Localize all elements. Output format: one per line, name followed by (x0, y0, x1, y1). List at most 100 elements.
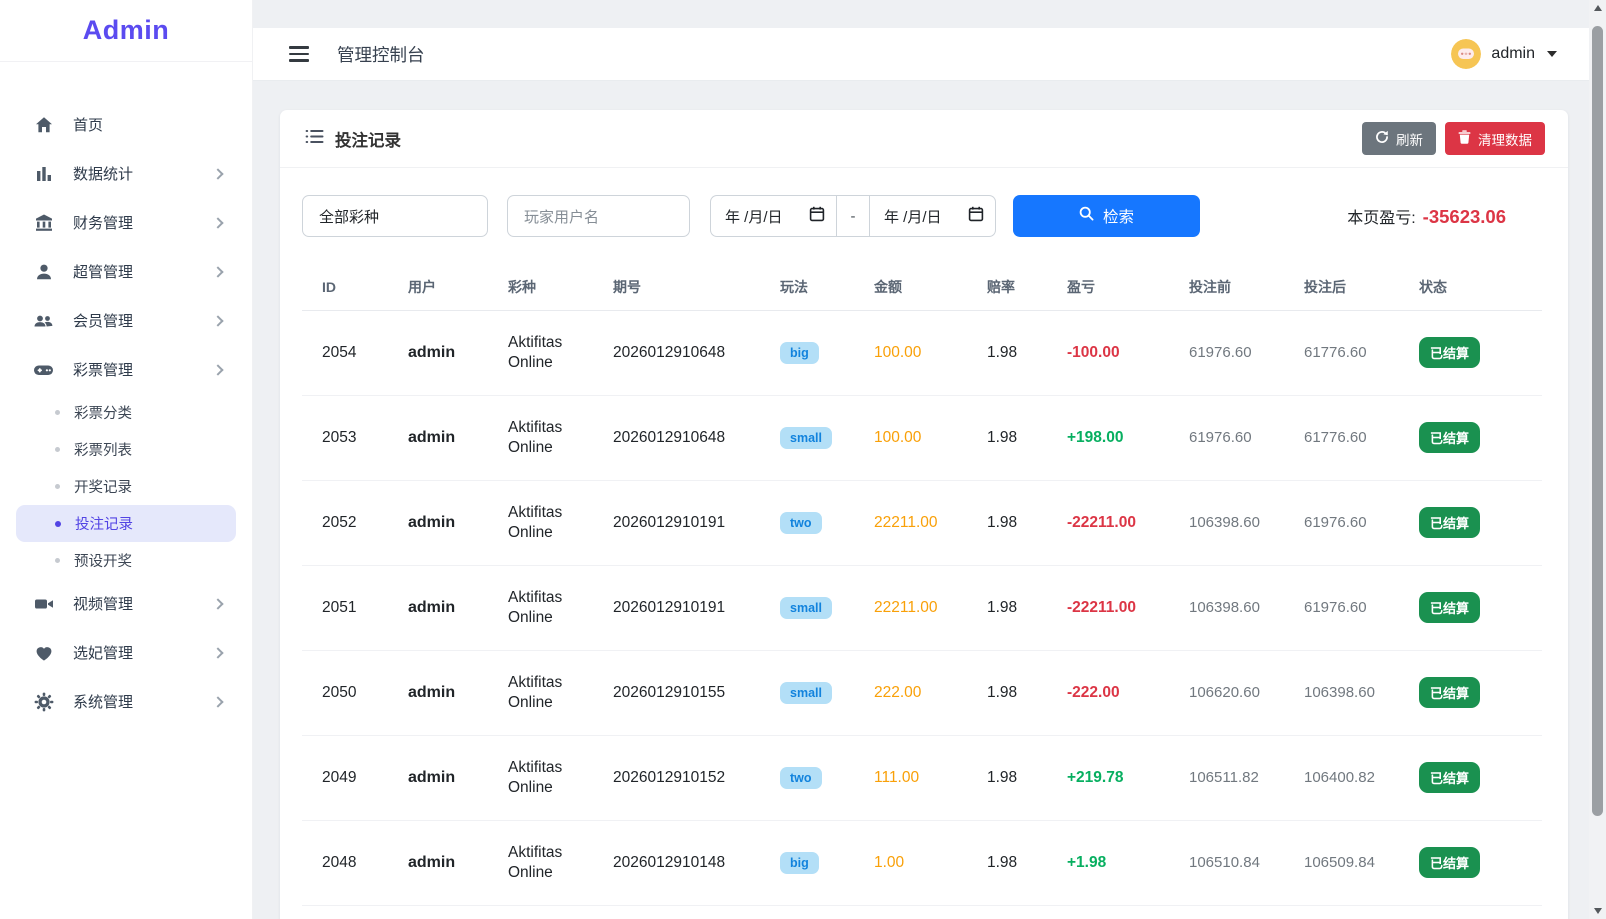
date-start-input[interactable]: 年 /月/日 (710, 195, 836, 237)
column-header-before: 投注前 (1169, 265, 1284, 310)
sidebar-item-label: 财务管理 (73, 212, 214, 233)
page-profit-label: 本页盈亏: (1347, 204, 1415, 228)
column-header-play: 玩法 (760, 265, 854, 310)
search-button[interactable]: 检索 (1013, 195, 1200, 237)
username-placeholder: 玩家用户名 (524, 206, 599, 227)
sidebar-item-finance[interactable]: 财务管理 (0, 198, 252, 247)
cell-balance-before: 106510.84 (1169, 820, 1284, 905)
sidebar-subitem-label: 开奖记录 (74, 476, 132, 497)
cell-id: 2054 (302, 310, 388, 395)
sidebar-item-label: 数据统计 (73, 163, 214, 184)
calendar-icon[interactable] (809, 206, 825, 226)
sidebar-item-label: 会员管理 (73, 310, 214, 331)
vertical-scrollbar[interactable] (1589, 0, 1606, 919)
bar-chart-icon (33, 163, 54, 184)
gear-icon (33, 691, 54, 712)
cell-id: 2048 (302, 820, 388, 905)
cell-lottery: Aktifitas Online (488, 480, 593, 565)
sidebar-subitem-draw-records[interactable]: 开奖记录 (0, 468, 252, 505)
cell-status: 已结算 (1399, 480, 1542, 565)
chevron-right-icon (212, 598, 223, 609)
column-header-status: 状态 (1399, 265, 1542, 310)
cell-lottery: Aktifitas Online (488, 820, 593, 905)
chevron-right-icon (212, 364, 223, 375)
scrollbar-down-arrow-icon[interactable] (1589, 903, 1606, 919)
cell-lottery: Aktifitas Online (488, 735, 593, 820)
date-end-input[interactable]: 年 /月/日 (870, 195, 996, 237)
username-label: admin (1491, 45, 1535, 63)
cell-id: 2049 (302, 735, 388, 820)
cell-id: 2053 (302, 395, 388, 480)
username-input[interactable]: 玩家用户名 (507, 195, 690, 237)
table-row: 2054 admin Aktifitas Online 202601291064… (302, 310, 1542, 395)
sidebar-subitem-bet-records[interactable]: 投注记录 (16, 505, 236, 542)
card-header-actions: 刷新 清理数据 (1362, 122, 1545, 155)
chevron-right-icon (212, 315, 223, 326)
sidebar-subitem-lottery-list[interactable]: 彩票列表 (0, 431, 252, 468)
column-header-profit: 盈亏 (1047, 265, 1169, 310)
sidebar-item-system[interactable]: 系统管理 (0, 677, 252, 726)
calendar-icon[interactable] (968, 206, 984, 226)
cell-odds: 1.98 (967, 480, 1047, 565)
cell-odds: 1.98 (967, 310, 1047, 395)
status-badge: 已结算 (1419, 847, 1480, 878)
user-menu[interactable]: admin (1451, 39, 1557, 69)
bullet-dot-icon (55, 410, 60, 415)
cell-period: 2026012910155 (593, 650, 760, 735)
cell-profit: -222.00 (1047, 650, 1169, 735)
play-type-badge: small (780, 427, 832, 449)
date-range-group: 年 /月/日 - 年 /月/日 (710, 195, 996, 237)
scrollbar-up-arrow-icon[interactable] (1589, 0, 1606, 16)
cell-user: admin (388, 650, 488, 735)
hamburger-menu-icon[interactable] (289, 46, 309, 62)
top-navbar: 管理控制台 admin (253, 28, 1589, 81)
chevron-right-icon (212, 266, 223, 277)
bank-icon (33, 212, 54, 233)
date-end-placeholder: 年 /月/日 (884, 206, 942, 227)
cell-status: 已结算 (1399, 650, 1542, 735)
sidebar-subitem-preset-draw[interactable]: 预设开奖 (0, 542, 252, 579)
scrollbar-thumb[interactable] (1592, 26, 1603, 816)
cell-balance-before: 106511.82 (1169, 735, 1284, 820)
sidebar-item-members[interactable]: 会员管理 (0, 296, 252, 345)
cell-lottery: Aktifitas Online (488, 650, 593, 735)
cell-play: two (760, 480, 854, 565)
bullet-dot-icon (55, 558, 60, 563)
sidebar-subitem-label: 预设开奖 (74, 550, 132, 571)
sidebar-item-home[interactable]: 首页 (0, 100, 252, 149)
user-icon (33, 261, 54, 282)
filter-bar: 全部彩种 玩家用户名 年 /月/日 - (280, 168, 1568, 237)
sidebar-item-concubine[interactable]: 选妃管理 (0, 628, 252, 677)
refresh-button-label: 刷新 (1396, 129, 1423, 149)
cell-user: admin (388, 565, 488, 650)
sidebar-subitem-lottery-category[interactable]: 彩票分类 (0, 394, 252, 431)
cell-amount: 111.00 (854, 735, 967, 820)
sidebar-item-lottery[interactable]: 彩票管理 (0, 345, 252, 394)
sidebar-item-superadmin[interactable]: 超管管理 (0, 247, 252, 296)
lottery-type-select[interactable]: 全部彩种 (302, 195, 488, 237)
play-type-badge: small (780, 597, 832, 619)
clear-data-button-label: 清理数据 (1478, 129, 1532, 149)
refresh-button[interactable]: 刷新 (1362, 122, 1436, 155)
table-row: 2053 admin Aktifitas Online 202601291064… (302, 395, 1542, 480)
page-title: 管理控制台 (337, 42, 425, 67)
sidebar-item-video[interactable]: 视频管理 (0, 579, 252, 628)
sidebar-subitem-label: 彩票列表 (74, 439, 132, 460)
cell-odds: 1.98 (967, 820, 1047, 905)
sidebar-item-statistics[interactable]: 数据统计 (0, 149, 252, 198)
date-range-separator: - (836, 195, 870, 237)
clear-data-button[interactable]: 清理数据 (1445, 122, 1545, 155)
cell-user: admin (388, 310, 488, 395)
cell-odds: 1.98 (967, 395, 1047, 480)
video-camera-icon (33, 593, 54, 614)
sidebar-item-label: 视频管理 (73, 593, 214, 614)
table-row: 2049 admin Aktifitas Online 202601291015… (302, 735, 1542, 820)
cell-odds: 1.98 (967, 650, 1047, 735)
search-button-label: 检索 (1103, 205, 1134, 227)
list-icon (305, 129, 324, 149)
cell-balance-after: 106400.82 (1284, 735, 1399, 820)
sidebar-item-label: 彩票管理 (73, 359, 214, 380)
cell-period: 2026012910648 (593, 310, 760, 395)
chevron-right-icon (212, 696, 223, 707)
app-logo: Admin (0, 0, 252, 62)
